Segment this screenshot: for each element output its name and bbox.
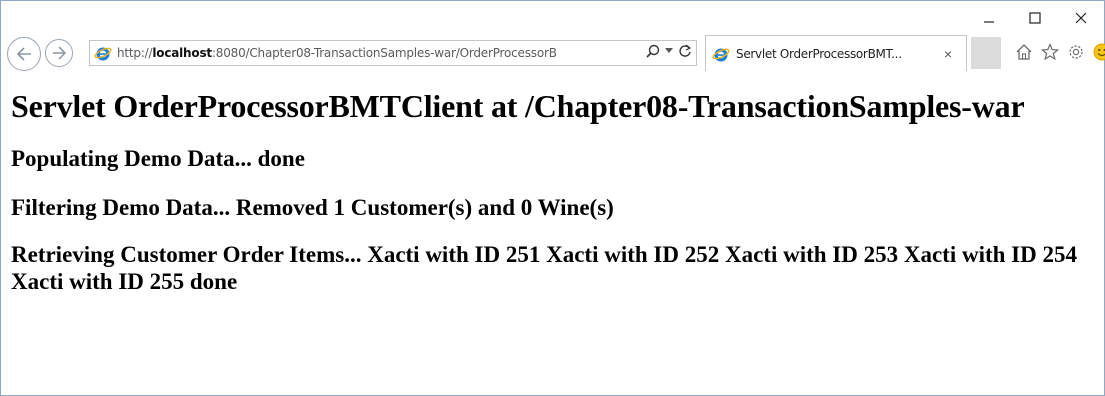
window-controls	[966, 1, 1104, 35]
maximize-icon	[1029, 12, 1041, 24]
status-line-filtering: Filtering Demo Data... Removed 1 Custome…	[11, 195, 614, 220]
page-title: Servlet OrderProcessorBMTClient at /Chap…	[11, 88, 1025, 124]
address-tools	[646, 44, 692, 58]
new-tab-button[interactable]	[971, 37, 1001, 69]
tab-close-button[interactable]: ×	[944, 46, 952, 62]
status-line-retrieving: Retrieving Customer Order Items... Xacti…	[11, 242, 1077, 294]
address-bar[interactable]: http://localhost:8080/Chapter08-Transact…	[89, 40, 697, 66]
url-text: http://localhost:8080/Chapter08-Transact…	[117, 46, 557, 60]
back-button[interactable]	[7, 37, 41, 71]
favorites-star-icon[interactable]	[1041, 43, 1059, 61]
dropdown-icon[interactable]	[665, 48, 673, 54]
forward-icon	[53, 46, 67, 60]
browser-window: http://localhost:8080/Chapter08-Transact…	[0, 0, 1105, 396]
minimize-icon	[984, 21, 994, 23]
navigation-bar: http://localhost:8080/Chapter08-Transact…	[1, 35, 1105, 75]
settings-gear-icon[interactable]	[1067, 43, 1085, 61]
status-line-populating: Populating Demo Data... done	[11, 146, 305, 171]
home-icon[interactable]	[1015, 43, 1033, 61]
tab-title: Servlet OrderProcessorBMT...	[736, 46, 902, 61]
smiley-icon[interactable]	[1093, 43, 1105, 61]
refresh-icon[interactable]	[678, 44, 692, 58]
ie-icon	[94, 47, 112, 61]
tab-servlet[interactable]: Servlet OrderProcessorBMT... ×	[705, 35, 967, 71]
browser-chrome: http://localhost:8080/Chapter08-Transact…	[1, 1, 1105, 81]
page-content: Servlet OrderProcessorBMTClient at /Chap…	[11, 87, 1096, 295]
ie-icon	[712, 48, 730, 61]
toolbar-icons	[1015, 43, 1105, 61]
minimize-button[interactable]	[966, 1, 1012, 35]
close-icon	[1075, 12, 1087, 24]
back-icon	[16, 47, 31, 61]
search-icon[interactable]	[646, 44, 660, 58]
forward-button[interactable]	[45, 39, 73, 67]
close-window-button[interactable]	[1058, 1, 1104, 35]
maximize-button[interactable]	[1012, 1, 1058, 35]
